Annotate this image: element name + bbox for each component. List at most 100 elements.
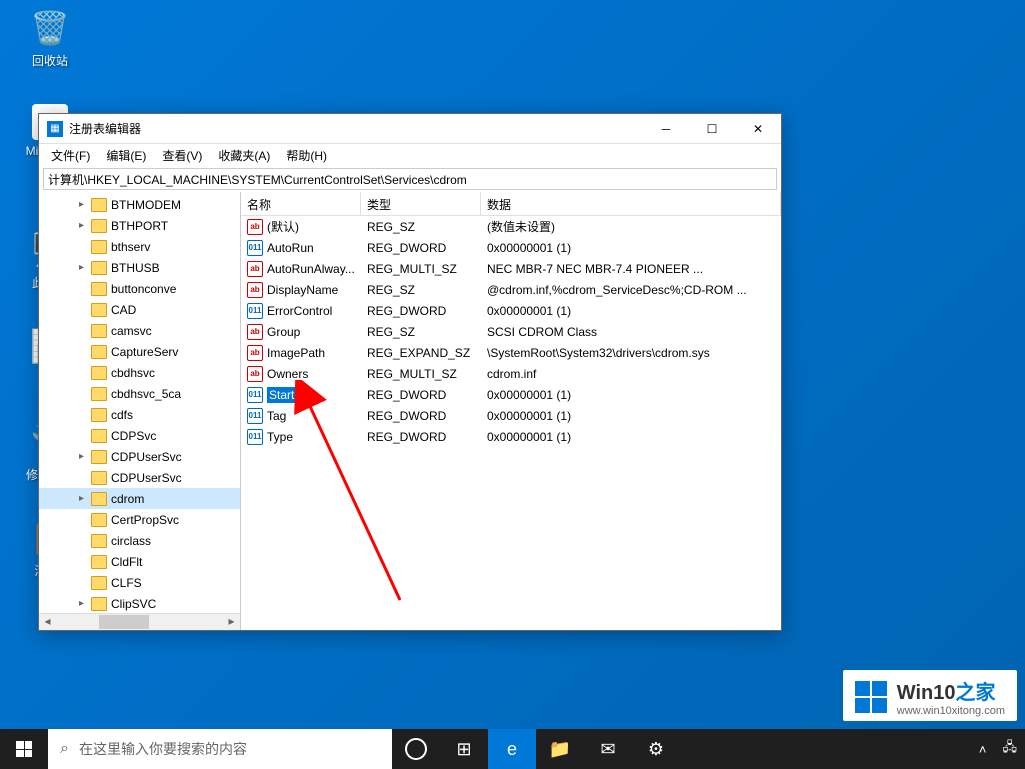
tree-item-clfs[interactable]: CLFS: [39, 572, 240, 593]
value-row[interactable]: 011TypeREG_DWORD0x00000001 (1): [241, 426, 781, 447]
tree-expand-icon[interactable]: ▸: [79, 220, 91, 231]
folder-icon: [91, 240, 107, 254]
tree-expand-icon[interactable]: ▸: [79, 598, 91, 609]
scrollbar-thumb[interactable]: [99, 615, 149, 629]
value-row[interactable]: 011StartREG_DWORD0x00000001 (1): [241, 384, 781, 405]
titlebar[interactable]: ▦ 注册表编辑器 ─ ☐ ✕: [39, 114, 781, 144]
tree-expand-icon[interactable]: ▸: [79, 451, 91, 462]
watermark: Win10之家 www.win10xitong.com: [843, 670, 1017, 721]
tree-item-label: CldFlt: [111, 555, 142, 569]
value-type: REG_DWORD: [361, 430, 481, 444]
tree-horizontal-scrollbar[interactable]: ◂ ▸: [39, 613, 240, 630]
tree-item-cdpusersvc[interactable]: ▸ CDPUserSvc: [39, 446, 240, 467]
tree-item-label: BTHPORT: [111, 219, 168, 233]
desktop-icon-label: 回收站: [12, 52, 88, 69]
menu-edit[interactable]: 编辑(E): [98, 145, 154, 166]
tree-item-camsvc[interactable]: camsvc: [39, 320, 240, 341]
menu-help[interactable]: 帮助(H): [278, 145, 335, 166]
tree-item-label: cbdhsvc: [111, 366, 155, 380]
taskbar-app[interactable]: ⚙: [632, 729, 680, 769]
tree-item-cbdhsvc_5ca[interactable]: cbdhsvc_5ca: [39, 383, 240, 404]
value-type: REG_SZ: [361, 220, 481, 234]
tree-expand-icon[interactable]: ▸: [79, 262, 91, 273]
tree-panel[interactable]: ▸BTHMODEM▸BTHPORTbthserv▸BTHUSBbuttoncon…: [39, 192, 241, 630]
value-row[interactable]: ab(默认)REG_SZ(数值未设置): [241, 216, 781, 237]
tree-item-cldflt[interactable]: CldFlt: [39, 551, 240, 572]
tree-item-cdrom[interactable]: ▸ cdrom: [39, 488, 240, 509]
tray-expand[interactable]: ˄: [971, 729, 995, 769]
tree-item-label: CDPUserSvc: [111, 450, 182, 464]
close-button[interactable]: ✕: [735, 114, 781, 144]
tree-item-label: cdrom: [111, 492, 144, 506]
folder-icon: [91, 450, 107, 464]
tree-item-label: circlass: [111, 534, 151, 548]
cortana-button[interactable]: [392, 729, 440, 769]
tree-item-label: cbdhsvc_5ca: [111, 387, 181, 401]
value-type: REG_EXPAND_SZ: [361, 346, 481, 360]
value-row[interactable]: 011ErrorControlREG_DWORD0x00000001 (1): [241, 300, 781, 321]
tree-item-captureserv[interactable]: CaptureServ: [39, 341, 240, 362]
value-row[interactable]: 011TagREG_DWORD0x00000001 (1): [241, 405, 781, 426]
value-name: ErrorControl: [267, 304, 332, 318]
value-row[interactable]: abAutoRunAlway...REG_MULTI_SZNEC MBR-7 N…: [241, 258, 781, 279]
folder-icon: [91, 408, 107, 422]
value-type: REG_SZ: [361, 325, 481, 339]
value-row[interactable]: 011AutoRunREG_DWORD0x00000001 (1): [241, 237, 781, 258]
value-data: 0x00000001 (1): [481, 388, 781, 402]
watermark-brand: Win10: [897, 682, 956, 704]
tree-item-label: CertPropSvc: [111, 513, 179, 527]
column-name[interactable]: 名称: [241, 192, 361, 215]
tree-item-circlass[interactable]: circlass: [39, 530, 240, 551]
tray-network-icon[interactable]: 🖧: [995, 729, 1025, 769]
desktop-icon-recycle-bin[interactable]: 🗑️ 回收站: [12, 8, 88, 69]
tree-item-label: camsvc: [111, 324, 152, 338]
tree-item-certpropsvc[interactable]: CertPropSvc: [39, 509, 240, 530]
tree-item-bthusb[interactable]: ▸BTHUSB: [39, 257, 240, 278]
value-data: 0x00000001 (1): [481, 409, 781, 423]
folder-icon: [91, 429, 107, 443]
tree-item-cdpsvc[interactable]: CDPSvc: [39, 425, 240, 446]
tree-item-bthmodem[interactable]: ▸BTHMODEM: [39, 194, 240, 215]
menu-favorites[interactable]: 收藏夹(A): [210, 145, 278, 166]
value-data: (数值未设置): [481, 218, 781, 235]
tree-expand-icon[interactable]: ▸: [79, 493, 91, 504]
tree-item-cbdhsvc[interactable]: cbdhsvc: [39, 362, 240, 383]
address-bar[interactable]: 计算机\HKEY_LOCAL_MACHINE\SYSTEM\CurrentCon…: [43, 168, 777, 190]
taskbar: ⌕ 在这里输入你要搜索的内容 ⊞ e 📁 ✉ ⚙ ˄ 🖧: [0, 729, 1025, 769]
column-type[interactable]: 类型: [361, 192, 481, 215]
value-row[interactable]: abGroupREG_SZSCSI CDROM Class: [241, 321, 781, 342]
menu-view[interactable]: 查看(V): [154, 145, 210, 166]
value-row[interactable]: abImagePathREG_EXPAND_SZ\SystemRoot\Syst…: [241, 342, 781, 363]
tree-item-clipsvc[interactable]: ▸ClipSVC: [39, 593, 240, 614]
task-view-button[interactable]: ⊞: [440, 729, 488, 769]
tree-item-buttonconve[interactable]: buttonconve: [39, 278, 240, 299]
minimize-button[interactable]: ─: [643, 114, 689, 144]
value-type: REG_MULTI_SZ: [361, 367, 481, 381]
reg-sz-icon: ab: [247, 366, 263, 382]
value-name: Owners: [267, 367, 308, 381]
taskbar-search[interactable]: ⌕ 在这里输入你要搜索的内容: [48, 729, 392, 769]
search-icon: ⌕: [60, 740, 69, 758]
list-header: 名称 类型 数据: [241, 192, 781, 216]
tree-expand-icon[interactable]: ▸: [79, 199, 91, 210]
reg-dw-icon: 011: [247, 408, 263, 424]
start-button[interactable]: [0, 729, 48, 769]
windows-logo-icon: [855, 681, 887, 713]
value-row[interactable]: abDisplayNameREG_SZ@cdrom.inf,%cdrom_Ser…: [241, 279, 781, 300]
maximize-button[interactable]: ☐: [689, 114, 735, 144]
tree-item-cad[interactable]: CAD: [39, 299, 240, 320]
taskbar-edge[interactable]: e: [488, 729, 536, 769]
search-placeholder: 在这里输入你要搜索的内容: [79, 739, 247, 759]
taskbar-mail[interactable]: ✉: [584, 729, 632, 769]
folder-icon: [91, 303, 107, 317]
tree-item-cdpusersvc[interactable]: CDPUserSvc: [39, 467, 240, 488]
tree-item-label: CDPSvc: [111, 429, 156, 443]
menu-file[interactable]: 文件(F): [43, 145, 98, 166]
tree-item-cdfs[interactable]: cdfs: [39, 404, 240, 425]
folder-icon: [91, 387, 107, 401]
taskbar-explorer[interactable]: 📁: [536, 729, 584, 769]
tree-item-bthport[interactable]: ▸ BTHPORT: [39, 215, 240, 236]
column-data[interactable]: 数据: [481, 192, 781, 215]
tree-item-bthserv[interactable]: bthserv: [39, 236, 240, 257]
value-row[interactable]: abOwnersREG_MULTI_SZcdrom.inf: [241, 363, 781, 384]
